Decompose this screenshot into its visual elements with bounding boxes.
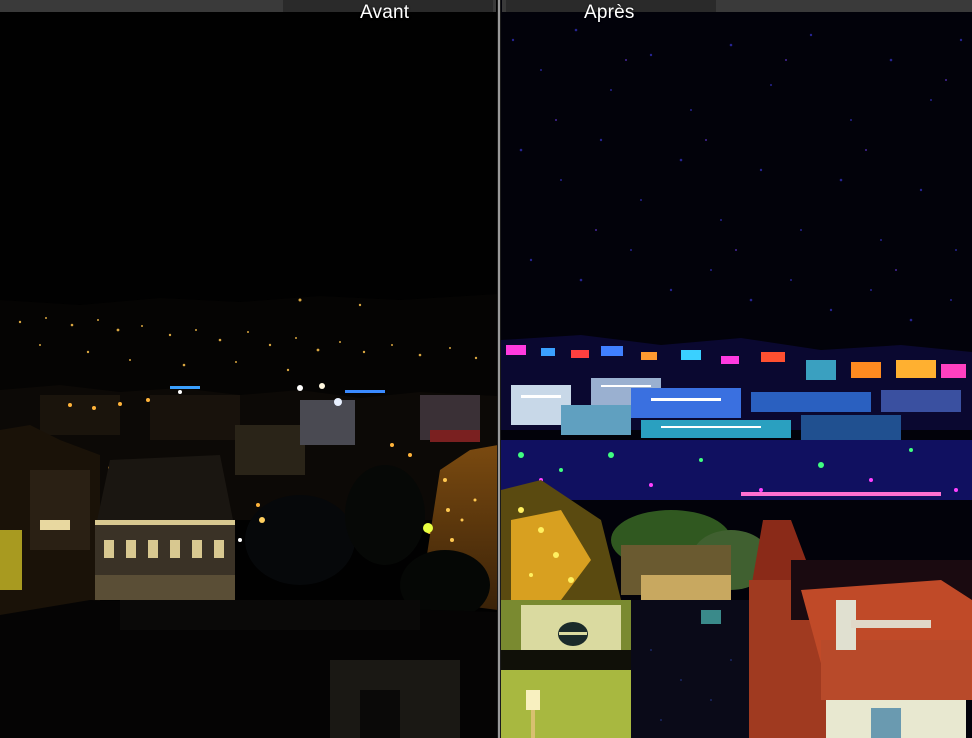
before-image-pane — [0, 0, 498, 738]
divider-line — [498, 0, 500, 738]
after-label: Après — [584, 2, 635, 23]
after-photo — [501, 0, 972, 738]
before-title-bar — [0, 0, 496, 12]
after-title-bar — [502, 0, 972, 12]
before-photo — [0, 0, 498, 738]
before-after-viewer: Avant Après — [0, 0, 972, 738]
after-image-pane — [501, 0, 972, 738]
split-view-handle-icon[interactable] — [497, 0, 501, 738]
before-label: Avant — [360, 2, 410, 23]
